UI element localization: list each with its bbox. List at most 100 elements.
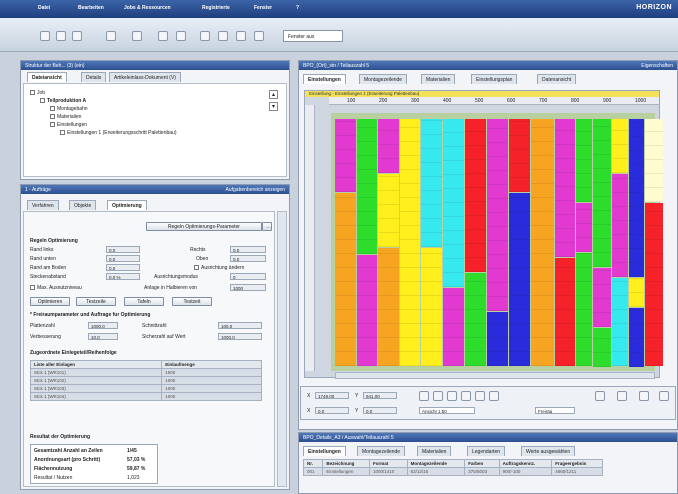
oben-field[interactable]: 0,0 [230, 255, 266, 262]
panel-piece[interactable] [509, 119, 530, 192]
menu-item-bearbeiten[interactable]: Bearbeiten [78, 5, 104, 11]
rand-links-field[interactable]: 0,0 [106, 246, 140, 253]
panel-piece[interactable] [357, 255, 377, 366]
panel-piece[interactable] [465, 119, 486, 272]
tree-item-einstellungen-1[interactable]: Einstellungen 1 (Erweiterungsschritt Pal… [60, 130, 177, 136]
max-ausnutz-checkbox[interactable]: Max. Ausnutzniveau [30, 285, 82, 291]
option-select[interactable]: Freiräg [535, 407, 575, 414]
tab-artikel[interactable]: Artikeleinlass-Dokument (V) [109, 72, 181, 82]
layout-canvas[interactable]: Einstellung - Einstellungen 1 (Erweiteru… [304, 90, 663, 379]
column-header[interactable]: Format [368, 459, 408, 468]
export-icon[interactable] [617, 391, 627, 401]
panel-piece[interactable] [576, 253, 592, 366]
scroll-down-icon[interactable]: ▾ [269, 102, 278, 111]
panel-piece[interactable] [612, 278, 628, 366]
ausrichtung-checkbox[interactable]: Ausrichtung ändern [194, 265, 244, 271]
panel-piece[interactable] [593, 328, 611, 367]
tab-materialien[interactable]: Materialien [417, 446, 452, 456]
redo-icon[interactable] [176, 31, 186, 41]
panel-piece[interactable] [629, 278, 644, 307]
table-row[interactable]: 001 Einstellungen 1000/1410 62/12/15 375… [302, 467, 603, 476]
column-header[interactable]: Montagezeilende [406, 459, 466, 468]
panel-piece[interactable] [378, 119, 399, 173]
x-coordinate-field[interactable]: 1748,00 [315, 392, 349, 399]
panel-piece[interactable] [335, 119, 356, 192]
y-coordinate-field[interactable]: 941,00 [363, 392, 397, 399]
tab-details[interactable]: Details [81, 72, 107, 82]
testzeit-button[interactable]: Testzeit [172, 297, 212, 306]
tab-dateiansicht[interactable]: Dateiansicht [27, 72, 67, 82]
panel-piece[interactable] [509, 193, 530, 366]
orders-panel-right[interactable]: Aufgabenbereich anzeigen [226, 187, 286, 193]
measure-icon[interactable] [447, 391, 457, 401]
panel-piece[interactable] [443, 119, 464, 287]
save-icon[interactable] [106, 31, 116, 41]
halbieren-field[interactable]: 1000 [230, 284, 266, 291]
print-icon[interactable] [595, 391, 605, 401]
panel-piece[interactable] [555, 258, 575, 366]
panel-piece[interactable] [576, 203, 592, 252]
panel-piece[interactable] [443, 288, 464, 366]
panel-piece[interactable] [421, 248, 442, 366]
tab-materialien[interactable]: Materialien [421, 74, 456, 84]
tab-einstellungen[interactable]: Einstellungen [303, 446, 346, 456]
panel-piece[interactable] [612, 174, 628, 277]
ausrichtungsmodus-select[interactable]: 0 [230, 273, 266, 280]
pen-icon[interactable] [132, 31, 142, 41]
expand-icon[interactable] [40, 98, 45, 104]
verbesserung-field[interactable]: 10,0 [88, 333, 118, 340]
panel-piece[interactable] [629, 119, 644, 277]
view-mode-select[interactable]: Ansicht 1:50 [419, 407, 475, 414]
new-icon[interactable] [40, 31, 50, 41]
tab-einstellungsplan[interactable]: Einstellungsplan [471, 74, 518, 84]
undo-icon[interactable] [158, 31, 168, 41]
rand-unten-field[interactable]: 0,0 [106, 255, 140, 262]
panel-piece[interactable] [378, 248, 399, 366]
tab-objekte[interactable]: Objekte [69, 200, 97, 210]
menu-item-fenster[interactable]: Fenster [254, 5, 272, 11]
search-icon[interactable] [639, 391, 649, 401]
tab-datenansicht[interactable]: Datenansicht [537, 74, 577, 84]
column-header[interactable]: Frageergebnis [551, 459, 603, 468]
panel-piece[interactable] [378, 174, 399, 247]
tree-item-materialien[interactable]: Materialien [50, 114, 81, 120]
panel-piece[interactable] [335, 193, 356, 366]
steckenabstand-field[interactable]: 0,0 % [106, 273, 140, 280]
sicherzahl-field[interactable]: 1000,0 [218, 333, 262, 340]
info-icon[interactable] [254, 31, 264, 41]
zoom-in-icon[interactable] [461, 391, 471, 401]
schnittzahl-field[interactable]: 100,0 [218, 322, 262, 329]
folder-icon[interactable] [72, 31, 82, 41]
panel-piece[interactable] [357, 119, 377, 254]
panel-piece[interactable] [555, 119, 575, 257]
optimieren-button[interactable]: Optimieren [30, 297, 70, 306]
expand-icon[interactable] [30, 90, 35, 96]
plattenzahl-field[interactable]: 1000,0 [88, 322, 118, 329]
layout-panel-right[interactable]: Eigenschaften [641, 63, 673, 69]
panel-piece[interactable] [465, 273, 486, 366]
tab-verfahren[interactable]: Verfahren [27, 200, 59, 210]
open-icon[interactable] [56, 31, 66, 41]
rechts-field[interactable]: 0,0 [230, 246, 266, 253]
tab-werte[interactable]: Werte ausgewählen [521, 446, 576, 456]
params-expand-icon[interactable]: … [262, 222, 272, 231]
scroll-up-icon[interactable]: ▴ [269, 90, 278, 99]
column-header[interactable]: Bezeichnung [322, 459, 370, 468]
sy-field[interactable]: 0,0 [363, 407, 397, 414]
tab-montagezeilende[interactable]: Montagezeilende [357, 446, 406, 456]
panel-piece[interactable] [531, 119, 554, 366]
panel-piece[interactable] [593, 268, 611, 327]
panel-piece[interactable] [629, 308, 644, 367]
tab-optimierung[interactable]: Optimierung [107, 200, 147, 210]
column-header[interactable]: Liste aller Einlagen [29, 360, 163, 369]
testzeile-button[interactable]: Testzeile [76, 297, 116, 306]
tree-item-einstellungen[interactable]: Einstellungen [50, 122, 87, 128]
tab-einstellungen[interactable]: Einstellungen [303, 74, 346, 84]
panel-piece[interactable] [421, 119, 442, 247]
orders-scrollbar[interactable] [277, 211, 287, 487]
pointer-icon[interactable] [419, 391, 429, 401]
tab-legendarten[interactable]: Legendarten [467, 446, 506, 456]
cut-icon[interactable] [200, 31, 210, 41]
paste-icon[interactable] [236, 31, 246, 41]
column-header[interactable]: Farben [464, 459, 500, 468]
